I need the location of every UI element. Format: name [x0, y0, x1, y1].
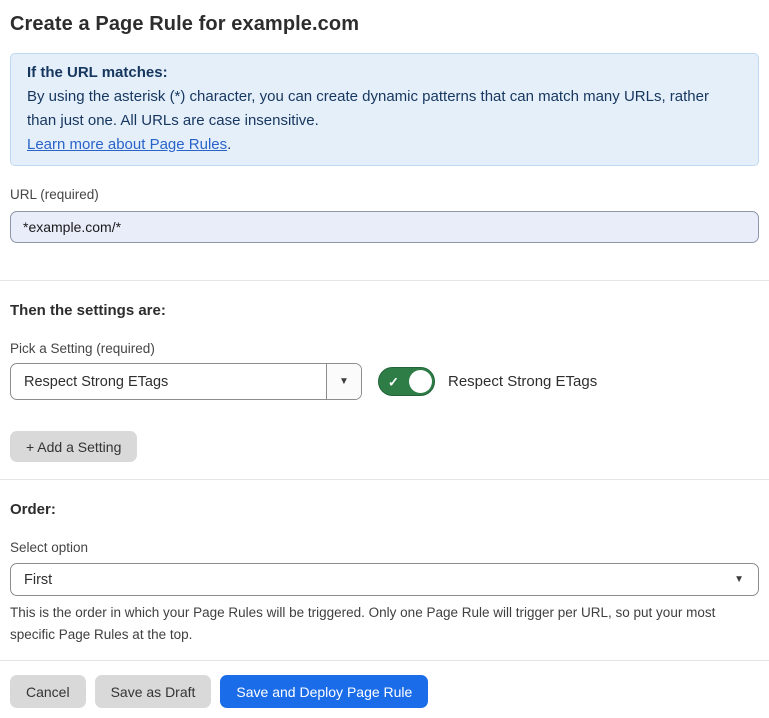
chevron-down-icon: ▼	[339, 377, 349, 387]
info-box-heading: If the URL matches:	[27, 61, 742, 85]
setting-select[interactable]: Respect Strong ETags ▼	[10, 363, 362, 400]
footer-divider	[0, 660, 769, 661]
info-box-body: By using the asterisk (*) character, you…	[27, 85, 742, 133]
save-draft-button[interactable]: Save as Draft	[95, 675, 212, 708]
order-heading: Order:	[10, 500, 759, 519]
toggle-knob	[409, 370, 432, 393]
learn-more-link[interactable]: Learn more about Page Rules	[27, 136, 227, 153]
section-divider	[0, 280, 769, 281]
setting-toggle-wrap: ✓ Respect Strong ETags	[378, 367, 597, 396]
check-icon: ✓	[388, 375, 399, 388]
pick-setting-label: Pick a Setting (required)	[10, 341, 759, 357]
order-help-text: This is the order in which your Page Rul…	[10, 602, 755, 646]
cancel-button[interactable]: Cancel	[10, 675, 86, 708]
setting-row: Respect Strong ETags ▼ ✓ Respect Strong …	[10, 363, 759, 400]
link-period: .	[227, 136, 231, 153]
url-label: URL (required)	[10, 187, 759, 203]
page-title: Create a Page Rule for example.com	[10, 11, 759, 37]
add-setting-button[interactable]: + Add a Setting	[10, 431, 137, 462]
order-select-value: First	[11, 564, 734, 595]
order-select-chevron-area: ▼	[734, 564, 758, 595]
settings-heading: Then the settings are:	[10, 301, 759, 320]
create-page-rule-form: Create a Page Rule for example.com If th…	[0, 11, 769, 708]
save-deploy-button[interactable]: Save and Deploy Page Rule	[220, 675, 428, 708]
setting-toggle[interactable]: ✓	[378, 367, 435, 396]
footer-actions: Cancel Save as Draft Save and Deploy Pag…	[10, 675, 759, 708]
order-select[interactable]: First ▼	[10, 563, 759, 596]
section-divider	[0, 479, 769, 480]
setting-select-value: Respect Strong ETags	[11, 364, 326, 399]
url-input[interactable]	[10, 211, 759, 243]
url-match-info-box: If the URL matches: By using the asteris…	[10, 53, 759, 166]
info-box-link-line: Learn more about Page Rules.	[27, 133, 742, 157]
select-option-label: Select option	[10, 540, 759, 556]
toggle-label: Respect Strong ETags	[448, 373, 597, 390]
chevron-down-icon: ▼	[734, 575, 744, 585]
setting-select-chevron-button[interactable]: ▼	[326, 364, 361, 399]
